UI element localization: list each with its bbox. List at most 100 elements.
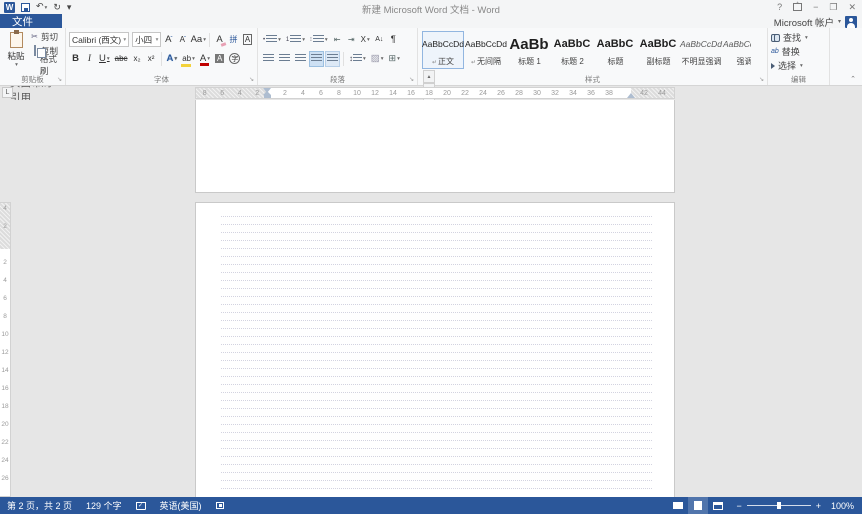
bold-button[interactable]: B xyxy=(69,51,82,67)
phonetic-guide-button[interactable]: 拼 xyxy=(227,32,240,48)
bullets-button[interactable]: •▾ xyxy=(261,32,283,48)
language-indicator[interactable]: 英语(美国) xyxy=(153,497,209,514)
align-right-button[interactable] xyxy=(293,51,308,67)
page-1[interactable] xyxy=(195,100,675,193)
style-item[interactable]: AaBbCcDd 不明显强调 xyxy=(680,31,722,69)
document-canvas[interactable]: 42 2468101214161820222426 xyxy=(0,100,862,497)
shading-button[interactable]: ▨▾ xyxy=(369,51,386,67)
underline-button[interactable]: U▾ xyxy=(97,51,112,67)
avatar[interactable] xyxy=(845,16,857,28)
character-shading-button[interactable]: A xyxy=(213,51,226,67)
restore-button[interactable]: ❐ xyxy=(829,1,837,13)
style-item[interactable]: AaBbCcDd ↵正文 xyxy=(422,31,464,69)
subscript-button[interactable]: x₂ xyxy=(131,51,144,67)
sort-button[interactable]: A↓ xyxy=(373,32,386,48)
left-indent-marker[interactable] xyxy=(264,95,271,98)
style-item[interactable]: AaBbCcDd 强调 xyxy=(723,31,751,69)
text-highlight-button[interactable]: ab▾ xyxy=(180,51,197,67)
zoom-out-button[interactable]: − xyxy=(736,501,741,511)
text-effects-button[interactable]: A▾ xyxy=(165,51,180,67)
close-button[interactable]: ✕ xyxy=(848,1,856,13)
show-marks-button[interactable]: ¶ xyxy=(387,32,400,48)
shrink-font-button[interactable]: Aˇ xyxy=(176,32,189,48)
word-count[interactable]: 129 个字 xyxy=(79,497,129,514)
select-button[interactable]: 选择▾ xyxy=(771,59,826,72)
font-name-combo[interactable]: Calibri (西文)▾ xyxy=(69,32,129,47)
style-item[interactable]: AaBbCcDd ↵无间隔 xyxy=(465,31,507,69)
ruler-number: 10 xyxy=(0,331,10,349)
find-button[interactable]: 查找▾ xyxy=(771,31,826,44)
tab-stop-selector[interactable]: L xyxy=(2,87,13,98)
decrease-indent-button[interactable]: ⇤ xyxy=(331,32,344,48)
zoom-in-button[interactable]: + xyxy=(816,501,821,511)
borders-button[interactable]: ⊞▾ xyxy=(387,51,402,67)
zoom-percentage[interactable]: 100% xyxy=(826,501,854,511)
ruler-number: 8 xyxy=(196,88,214,99)
cut-icon: ✂ xyxy=(30,32,39,41)
style-item[interactable]: AaBb 标题 1 xyxy=(508,31,550,69)
align-center-button[interactable] xyxy=(277,51,292,67)
ribbon-tab[interactable]: 文件 xyxy=(0,14,62,29)
replace-button[interactable]: ab 替换 xyxy=(771,45,826,58)
character-border-button[interactable]: A xyxy=(241,32,254,48)
ruler-number: 4 xyxy=(0,277,10,295)
collapse-ribbon-icon[interactable]: ⌃ xyxy=(850,75,856,83)
chevron-down-icon: ▾ xyxy=(15,62,18,68)
change-case-button[interactable]: Aa▾ xyxy=(190,32,206,48)
align-left-button[interactable] xyxy=(261,51,276,67)
ruler-number: 2 xyxy=(276,88,294,99)
justify-button[interactable] xyxy=(309,51,324,67)
page-2[interactable] xyxy=(195,202,675,497)
ruler-number: 20 xyxy=(438,88,456,99)
proofing-status[interactable]: ✓ xyxy=(129,497,153,514)
italic-button[interactable]: I xyxy=(83,51,96,67)
ruler-number: 2 xyxy=(0,223,10,241)
macro-record-button[interactable] xyxy=(209,497,231,514)
style-item[interactable]: AaBbC 标题 2 xyxy=(551,31,593,69)
ruler-band[interactable]: 8642 2468101214161820222426283032343638 … xyxy=(195,87,675,99)
zoom-slider-thumb[interactable] xyxy=(777,502,781,509)
style-item[interactable]: AaBbC 副标题 xyxy=(637,31,679,69)
ruler-number: 2 xyxy=(0,259,10,277)
cut-button[interactable]: ✂ 剪切 xyxy=(30,30,62,43)
ruler-number: 34 xyxy=(564,88,582,99)
strikethrough-button[interactable]: abc xyxy=(113,51,130,67)
style-item[interactable]: AaBbC 标题 xyxy=(594,31,636,69)
numbering-button[interactable]: 1▾ xyxy=(284,32,307,48)
vertical-ruler: 42 2468101214161820222426 xyxy=(0,202,11,497)
help-button[interactable]: ? xyxy=(777,1,782,13)
proofing-icon: ✓ xyxy=(136,502,146,510)
dialog-launcher-icon[interactable] xyxy=(758,77,765,84)
ruler-number: 18 xyxy=(420,88,438,99)
ruler-number: 24 xyxy=(474,88,492,99)
superscript-button[interactable]: x² xyxy=(145,51,158,67)
enclose-characters-button[interactable]: 字 xyxy=(227,51,242,67)
clear-formatting-button[interactable]: A xyxy=(213,32,226,48)
asian-layout-button[interactable]: X▾ xyxy=(359,32,372,48)
ruler-number: 10 xyxy=(348,88,366,99)
dialog-launcher-icon[interactable] xyxy=(56,77,63,84)
minimize-button[interactable]: − xyxy=(813,1,818,13)
increase-indent-button[interactable]: ⇥ xyxy=(345,32,358,48)
ruler-number: 12 xyxy=(366,88,384,99)
page-indicator[interactable]: 第 2 页，共 2 页 xyxy=(0,497,79,514)
distribute-button[interactable] xyxy=(325,51,340,67)
right-indent-marker[interactable] xyxy=(627,93,635,98)
read-mode-button[interactable] xyxy=(668,497,688,514)
print-layout-button[interactable] xyxy=(688,497,708,514)
web-layout-button[interactable] xyxy=(708,497,728,514)
ruler-number: 18 xyxy=(0,403,10,421)
paste-button[interactable]: 粘贴 ▾ xyxy=(3,30,29,70)
font-size-combo[interactable]: 小四▾ xyxy=(132,32,161,47)
grow-font-button[interactable]: Aˆ xyxy=(162,32,175,48)
zoom-slider[interactable] xyxy=(747,505,811,506)
font-color-button[interactable]: A▾ xyxy=(198,51,212,67)
dialog-launcher-icon[interactable] xyxy=(248,77,255,84)
ruler-number: 14 xyxy=(384,88,402,99)
dialog-launcher-icon[interactable] xyxy=(408,77,415,84)
line-spacing-button[interactable]: ↕▾ xyxy=(347,51,368,67)
multilevel-list-button[interactable]: ⁝▾ xyxy=(308,32,330,48)
ribbon-display-options-icon[interactable] xyxy=(793,3,802,11)
format-painter-button[interactable]: 格式刷 xyxy=(30,58,62,71)
account-area[interactable]: Microsoft 帐户 ▾ xyxy=(774,15,857,28)
